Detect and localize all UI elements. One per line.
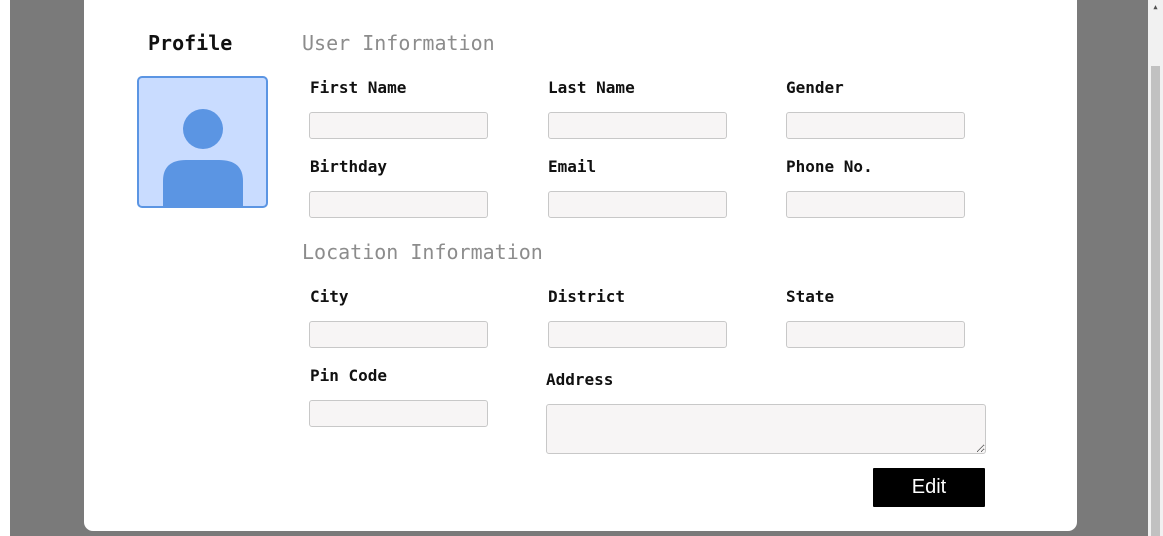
phone-label: Phone No. [786, 157, 873, 176]
first-name-input[interactable] [309, 112, 488, 139]
birthday-input[interactable] [309, 191, 488, 218]
user-information-heading: User Information [302, 31, 495, 55]
scrollbar-thumb[interactable] [1151, 66, 1160, 536]
phone-input[interactable] [786, 191, 965, 218]
email-input[interactable] [548, 191, 727, 218]
edit-button[interactable]: Edit [873, 468, 985, 507]
pin-code-label: Pin Code [310, 366, 388, 385]
state-input[interactable] [786, 321, 965, 348]
page-edge [0, 0, 10, 536]
gender-label: Gender [786, 78, 844, 97]
address-label: Address [546, 370, 614, 389]
last-name-label: Last Name [548, 78, 635, 97]
state-label: State [786, 287, 835, 306]
gender-input[interactable] [786, 112, 965, 139]
email-label: Email [548, 157, 597, 176]
vertical-scrollbar[interactable]: ▲ [1148, 0, 1163, 536]
district-label: District [548, 287, 626, 306]
district-input[interactable] [548, 321, 727, 348]
pin-code-input[interactable] [309, 400, 488, 427]
scroll-up-icon[interactable]: ▲ [1148, 0, 1163, 14]
birthday-label: Birthday [310, 157, 388, 176]
first-name-label: First Name [310, 78, 407, 97]
city-input[interactable] [309, 321, 488, 348]
user-avatar-icon [137, 76, 268, 208]
last-name-input[interactable] [548, 112, 727, 139]
city-label: City [310, 287, 349, 306]
location-information-heading: Location Information [302, 240, 543, 264]
profile-title: Profile [148, 31, 233, 55]
address-input[interactable] [546, 404, 986, 454]
